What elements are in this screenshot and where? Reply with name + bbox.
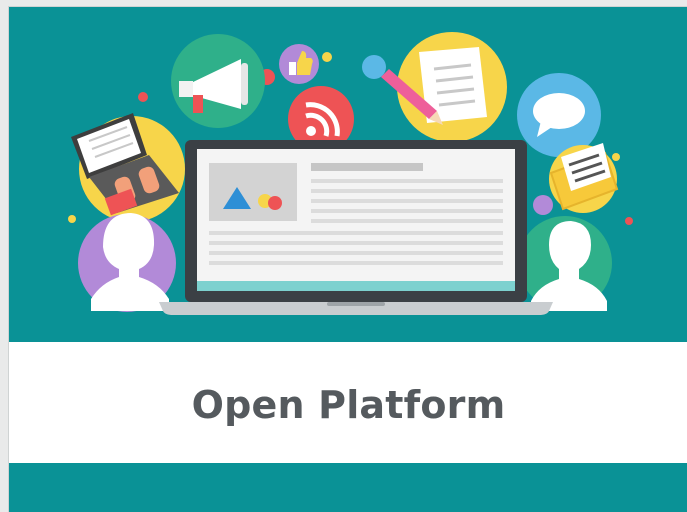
- dot-decoration: [625, 217, 633, 225]
- dot-decoration: [322, 52, 332, 62]
- laptop-typing-icon: [71, 113, 185, 222]
- megaphone-icon: [171, 34, 265, 128]
- dot-decoration: [533, 195, 553, 215]
- user-male-icon: [518, 216, 612, 311]
- platform-card: Open Platform: [8, 6, 687, 512]
- user-female-icon: [78, 213, 176, 312]
- dot-decoration: [138, 92, 148, 102]
- dot-decoration: [612, 153, 620, 161]
- chat-bubble-icon: [517, 73, 601, 157]
- dot-decoration: [68, 215, 76, 223]
- bottom-band: [9, 463, 687, 512]
- laptop-screen-icon: [159, 140, 553, 315]
- dot-decoration: [362, 55, 386, 79]
- page-title: Open Platform: [191, 382, 506, 427]
- title-band: Open Platform: [9, 342, 687, 463]
- hero-illustration: [68, 32, 633, 315]
- document-pencil-icon: [381, 32, 507, 142]
- thumbs-up-icon: [279, 44, 319, 84]
